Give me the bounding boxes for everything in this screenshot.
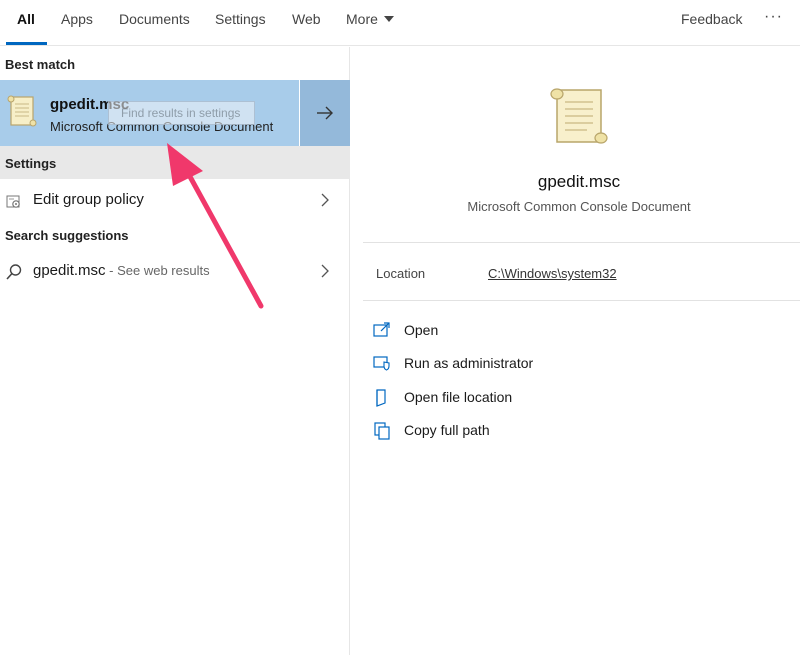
folder-location-icon <box>376 389 386 407</box>
tab-all[interactable]: All <box>17 0 35 46</box>
run-as-administrator-label: Run as administrator <box>404 355 534 371</box>
settings-tooltip: Find results in settings <box>108 101 255 125</box>
open-file-location-action[interactable]: Open file location <box>373 386 673 410</box>
best-match-result[interactable]: gpedit.msc Microsoft Common Console Docu… <box>0 80 350 146</box>
suggestion-query: gpedit.msc <box>33 262 106 279</box>
open-action[interactable]: Open <box>373 319 673 343</box>
shield-admin-icon <box>373 356 390 371</box>
tab-settings[interactable]: Settings <box>215 0 266 46</box>
more-options-icon[interactable]: ··· <box>764 0 783 34</box>
tab-apps[interactable]: Apps <box>61 0 93 46</box>
web-suggestion-label: gpedit.msc - See web results <box>33 262 210 279</box>
tab-more[interactable]: More <box>346 0 394 46</box>
active-tab-indicator <box>6 42 47 45</box>
open-arrow-button[interactable] <box>300 80 350 146</box>
best-match-header: Best match <box>5 57 76 72</box>
tab-more-label: More <box>346 11 378 27</box>
results-list: Best match gpedit.msc Microsoft Common C… <box>0 47 350 655</box>
divider <box>363 242 800 243</box>
tab-web[interactable]: Web <box>292 0 321 46</box>
suggestion-suffix: - See web results <box>105 263 210 278</box>
detail-title: gpedit.msc <box>537 172 621 191</box>
location-label: Location <box>376 266 426 281</box>
caret-down-icon <box>383 16 394 22</box>
open-icon <box>373 322 390 337</box>
open-action-label: Open <box>404 322 439 338</box>
detail-subtitle: Microsoft Common Console Document <box>467 199 691 214</box>
tab-documents[interactable]: Documents <box>119 0 190 46</box>
edit-group-policy-label: Edit group policy <box>33 191 144 208</box>
web-suggestion-item[interactable]: gpedit.msc - See web results <box>0 254 350 288</box>
settings-header: Settings <box>5 156 57 171</box>
search-suggestions-header: Search suggestions <box>5 228 129 243</box>
settings-header-band: Settings <box>0 146 350 179</box>
run-as-administrator-action[interactable]: Run as administrator <box>373 352 673 376</box>
arrow-right-icon <box>317 106 333 120</box>
copy-full-path-label: Copy full path <box>404 422 490 438</box>
open-file-location-label: Open file location <box>404 389 513 405</box>
chevron-right-icon <box>321 193 329 207</box>
best-match-item[interactable]: gpedit.msc Microsoft Common Console Docu… <box>0 80 299 146</box>
copy-icon <box>374 422 390 440</box>
scroll-document-large-icon <box>550 88 608 144</box>
divider <box>363 300 800 301</box>
detail-pane: gpedit.msc Microsoft Common Console Docu… <box>351 47 800 655</box>
settings-item-edit-group-policy[interactable]: Edit group policy <box>0 183 350 217</box>
scroll-document-icon <box>7 95 37 127</box>
chevron-right-icon <box>321 264 329 278</box>
filter-tab-bar: All Apps Documents Settings Web More Fee… <box>0 0 800 46</box>
location-path-link[interactable]: C:\Windows\system32 <box>488 266 617 281</box>
settings-gear-icon <box>6 195 20 208</box>
feedback-link[interactable]: Feedback <box>681 0 742 38</box>
search-icon <box>6 264 22 280</box>
copy-full-path-action[interactable]: Copy full path <box>373 419 673 443</box>
